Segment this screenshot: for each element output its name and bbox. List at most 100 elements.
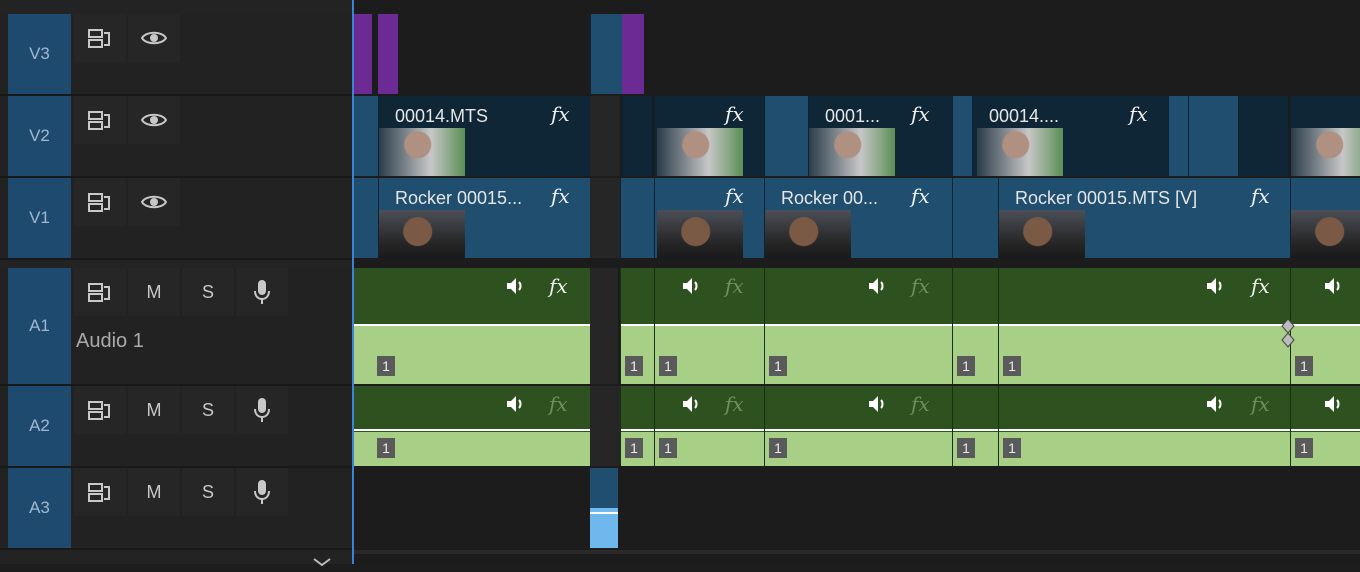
toggle-visibility-button[interactable] bbox=[128, 178, 180, 226]
solo-button[interactable]: S bbox=[182, 468, 234, 516]
playhead[interactable] bbox=[352, 0, 354, 564]
gap[interactable] bbox=[590, 386, 620, 466]
video-clip[interactable] bbox=[622, 96, 652, 176]
voice-over-record-button[interactable] bbox=[236, 268, 288, 316]
video-clip[interactable] bbox=[1290, 178, 1360, 258]
video-clip[interactable]: fx bbox=[654, 178, 764, 258]
sync-lock-button[interactable] bbox=[74, 386, 126, 434]
video-clip[interactable] bbox=[1290, 96, 1360, 176]
video-clip[interactable] bbox=[764, 96, 808, 176]
video-clip[interactable]: Rocker 00015.MTS [V] fx bbox=[998, 178, 1290, 258]
volume-rubber-band[interactable] bbox=[953, 429, 998, 431]
audio-clip[interactable]: fx 1 bbox=[764, 386, 952, 466]
sync-lock-button[interactable] bbox=[74, 14, 126, 62]
volume-rubber-band[interactable] bbox=[353, 324, 590, 326]
toggle-visibility-button[interactable] bbox=[128, 14, 180, 62]
video-clip[interactable] bbox=[620, 178, 654, 258]
volume-rubber-band[interactable] bbox=[1291, 324, 1360, 326]
track-target-v3[interactable]: V3 bbox=[8, 14, 71, 94]
mute-button[interactable]: M bbox=[128, 386, 180, 434]
video-clip[interactable] bbox=[590, 14, 622, 94]
fx-badge[interactable]: fx bbox=[551, 102, 570, 126]
video-clip[interactable] bbox=[1238, 96, 1288, 176]
audio-clip[interactable]: fx 1 bbox=[352, 268, 590, 384]
track-name-a1[interactable]: Audio 1 bbox=[76, 330, 144, 353]
audio-clip[interactable]: 1 bbox=[1290, 268, 1360, 384]
adjustment-clip[interactable] bbox=[622, 14, 644, 94]
track-target-a3[interactable]: A3 bbox=[8, 468, 71, 548]
volume-rubber-band[interactable] bbox=[999, 324, 1290, 326]
fx-badge[interactable]: fx bbox=[911, 102, 930, 126]
volume-rubber-band[interactable] bbox=[621, 324, 654, 326]
fx-badge[interactable]: fx bbox=[1251, 274, 1270, 298]
fx-badge[interactable]: fx bbox=[911, 184, 930, 208]
video-clip[interactable]: 0001... fx bbox=[808, 96, 952, 176]
audio-clip[interactable]: 1 bbox=[620, 386, 654, 466]
video-clip[interactable] bbox=[1168, 96, 1188, 176]
fx-badge[interactable]: fx bbox=[1251, 392, 1270, 416]
sync-lock-button[interactable] bbox=[74, 468, 126, 516]
audio-clip[interactable]: fx 1 bbox=[654, 386, 764, 466]
volume-rubber-band[interactable] bbox=[353, 429, 590, 431]
volume-rubber-band[interactable] bbox=[655, 324, 764, 326]
gap[interactable] bbox=[590, 96, 620, 176]
sync-lock-button[interactable] bbox=[74, 96, 126, 144]
fx-badge[interactable]: fx bbox=[549, 274, 568, 298]
audio-clip[interactable]: 1 bbox=[952, 268, 998, 384]
volume-rubber-band[interactable] bbox=[765, 324, 952, 326]
gap[interactable] bbox=[590, 178, 620, 258]
voice-over-record-button[interactable] bbox=[236, 386, 288, 434]
audio-clip[interactable]: fx 1 bbox=[998, 268, 1290, 384]
audio-clip[interactable]: fx 1 bbox=[764, 268, 952, 384]
video-clip[interactable] bbox=[1188, 96, 1238, 176]
sync-lock-button[interactable] bbox=[74, 178, 126, 226]
track-target-a2[interactable]: A2 bbox=[8, 386, 71, 466]
fx-badge[interactable]: fx bbox=[1251, 184, 1270, 208]
volume-rubber-band[interactable] bbox=[1291, 429, 1360, 431]
video-clip[interactable]: Rocker 00... fx bbox=[764, 178, 952, 258]
audio-clip[interactable]: fx 1 bbox=[352, 386, 590, 466]
audio-clip[interactable]: fx 1 bbox=[654, 268, 764, 384]
voice-over-record-button[interactable] bbox=[236, 468, 288, 516]
volume-rubber-band[interactable] bbox=[999, 429, 1290, 431]
fx-badge[interactable]: fx bbox=[911, 274, 930, 298]
track-target-v1[interactable]: V1 bbox=[8, 178, 71, 258]
track-target-v2[interactable]: V2 bbox=[8, 96, 71, 176]
video-clip[interactable] bbox=[952, 96, 972, 176]
video-clip[interactable]: Rocker 00015... fx bbox=[378, 178, 590, 258]
adjustment-clip[interactable] bbox=[354, 14, 372, 94]
mute-button[interactable]: M bbox=[128, 468, 180, 516]
volume-rubber-band[interactable] bbox=[590, 512, 618, 514]
audio-clip[interactable]: 1 bbox=[1290, 386, 1360, 466]
gap[interactable] bbox=[590, 268, 618, 384]
audio-clip[interactable] bbox=[590, 468, 618, 548]
horizontal-scrollbar[interactable] bbox=[352, 550, 1360, 554]
fx-badge[interactable]: fx bbox=[549, 392, 568, 416]
video-clip[interactable] bbox=[952, 178, 998, 258]
volume-rubber-band[interactable] bbox=[621, 429, 654, 431]
adjustment-clip[interactable] bbox=[378, 14, 398, 94]
volume-rubber-band[interactable] bbox=[655, 429, 764, 431]
video-clip[interactable] bbox=[352, 178, 378, 258]
volume-rubber-band[interactable] bbox=[953, 324, 998, 326]
fx-badge[interactable]: fx bbox=[551, 184, 570, 208]
video-clip[interactable]: 00014.MTS fx bbox=[378, 96, 590, 176]
volume-rubber-band[interactable] bbox=[765, 429, 952, 431]
fx-badge[interactable]: fx bbox=[725, 274, 744, 298]
toggle-visibility-button[interactable] bbox=[128, 96, 180, 144]
mute-button[interactable]: M bbox=[128, 268, 180, 316]
audio-clip[interactable]: 1 bbox=[620, 268, 654, 384]
track-target-a1[interactable]: A1 bbox=[8, 268, 71, 384]
video-clip[interactable]: 00014.... fx bbox=[972, 96, 1168, 176]
track-resize-handle-icon[interactable] bbox=[312, 554, 332, 567]
fx-badge[interactable]: fx bbox=[911, 392, 930, 416]
fx-badge[interactable]: fx bbox=[725, 102, 744, 126]
video-clip[interactable]: fx bbox=[654, 96, 764, 176]
audio-clip[interactable]: 1 bbox=[952, 386, 998, 466]
audio-clip[interactable]: fx 1 bbox=[998, 386, 1290, 466]
solo-button[interactable]: S bbox=[182, 268, 234, 316]
fx-badge[interactable]: fx bbox=[725, 184, 744, 208]
fx-badge[interactable]: fx bbox=[725, 392, 744, 416]
sync-lock-button[interactable] bbox=[74, 268, 126, 316]
audio-keyframe-icon[interactable] bbox=[1280, 318, 1296, 348]
